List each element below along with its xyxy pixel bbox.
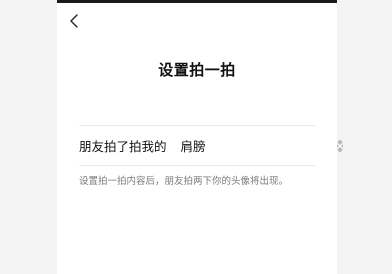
hint-text: 设置拍一拍内容后，朋友拍两下你的头像将出现。 (79, 176, 289, 187)
pat-text-row: 朋友拍了拍我的 (79, 126, 343, 165)
settings-page: 设置拍一拍 朋友拍了拍我的 设置拍一拍内容后，朋友拍两下你的头像将出现。 (57, 0, 343, 274)
chevron-left-icon (69, 14, 78, 28)
back-button[interactable] (65, 10, 81, 32)
screen-backdrop: 设置拍一拍 朋友拍了拍我的 设置拍一拍内容后，朋友拍两下你的头像将出现。 (0, 0, 392, 274)
clear-input-button[interactable] (336, 139, 343, 152)
pat-suffix-input[interactable] (180, 135, 337, 156)
input-bottom-divider (79, 165, 315, 166)
pat-prefix-label: 朋友拍了拍我的 (79, 139, 167, 154)
page-title: 设置拍一拍 (158, 61, 236, 79)
clear-icon (336, 142, 343, 149)
